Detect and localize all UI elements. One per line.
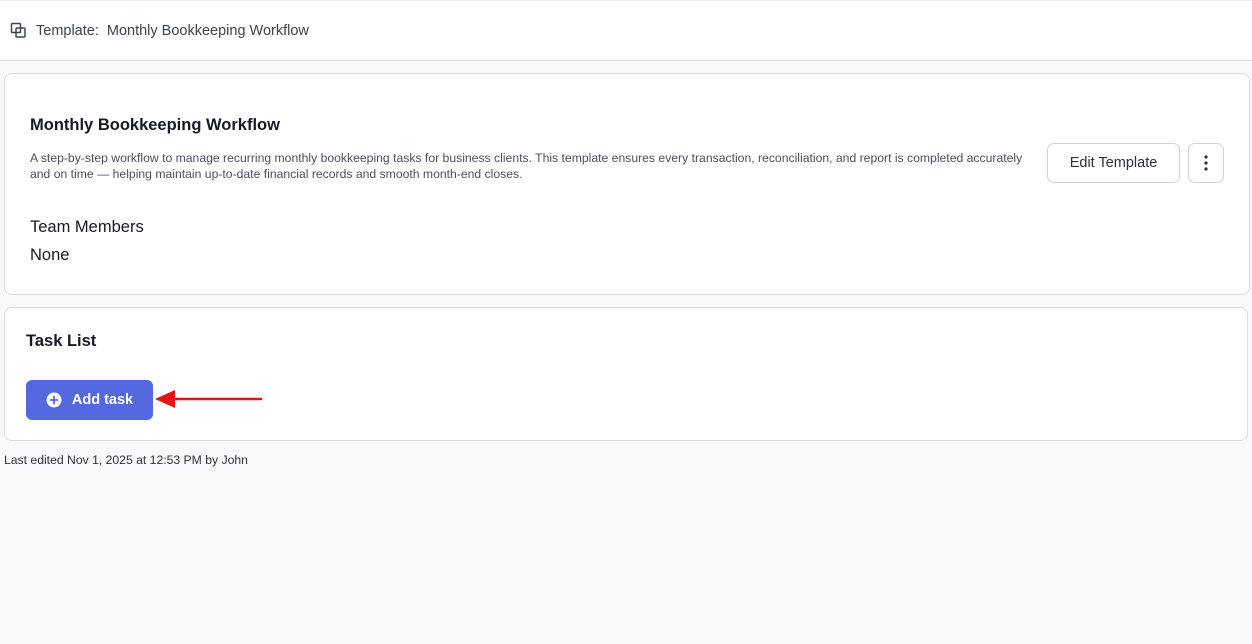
- task-list-title: Task List: [26, 332, 97, 350]
- last-edited-text: Last edited Nov 1, 2025 at 12:53 PM by J…: [4, 453, 248, 467]
- template-description: A step-by-step workflow to manage recurr…: [30, 151, 1023, 181]
- team-members-value: None: [30, 246, 70, 264]
- add-task-label: Add task: [71, 392, 134, 408]
- team-members-title: Team Members: [30, 218, 144, 236]
- top-bar: Template: Monthly Bookkeeping Workflow: [0, 0, 1252, 61]
- template-copy-icon: [10, 22, 27, 39]
- annotation-arrow-icon: [155, 390, 263, 408]
- template-info-card: Monthly Bookkeeping Workflow A step-by-s…: [4, 73, 1250, 295]
- template-title: Monthly Bookkeeping Workflow: [30, 116, 280, 134]
- template-label: Template:: [36, 22, 99, 39]
- task-list-card: Task List Add task: [4, 307, 1248, 441]
- add-task-button[interactable]: Add task: [26, 380, 153, 420]
- more-options-button[interactable]: [1188, 143, 1224, 183]
- more-vertical-icon: [1204, 155, 1208, 171]
- template-name: Monthly Bookkeeping Workflow: [106, 22, 309, 39]
- plus-circle-icon: [46, 392, 62, 408]
- edit-template-button[interactable]: Edit Template: [1047, 143, 1180, 183]
